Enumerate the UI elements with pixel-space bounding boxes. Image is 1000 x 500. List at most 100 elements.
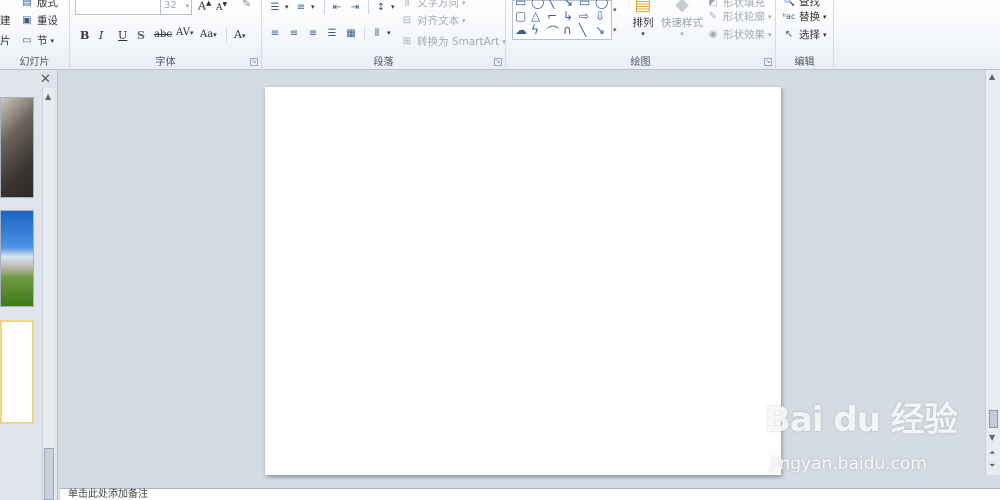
new-slide-button-label-fragment[interactable]: 建 [0,13,11,28]
close-icon[interactable]: ✕ [40,72,51,87]
shape-outline-button[interactable]: ✎ 形状轮廓 ▾ [706,9,772,24]
triangle-icon[interactable]: △ [531,9,540,23]
grow-font-icon[interactable]: A▲ [198,0,211,13]
freeform-icon[interactable]: ╲ [579,23,586,37]
align-text-button[interactable]: ⊟ 对齐文本 ▾ [400,13,466,28]
scroll-up-icon[interactable]: ▲ [989,72,995,81]
align-center-button[interactable]: ≡ [287,27,301,39]
rounded-rectangle-icon[interactable]: ▢ [515,9,526,23]
italic-icon[interactable]: I [99,29,103,42]
layout-button[interactable]: ▤ 版式 [20,0,58,10]
gallery-scroll-icon[interactable]: ▾ [613,6,617,14]
down-arrow-icon[interactable]: ⇩ [595,9,605,23]
ellipse-icon[interactable]: ◯ [595,0,608,9]
reset-label: 重设 [37,15,58,27]
ellipse-icon[interactable]: ◯ [531,0,544,9]
distributed-button[interactable]: ▦ [344,27,358,39]
text-direction-button[interactable]: ⫼ 文字方向 ▾ [400,0,466,10]
chevron-down-icon: ▾ [391,3,395,11]
notes-pane[interactable]: 单击此处添加备注 [60,488,1000,500]
scrollbar-thumb[interactable] [989,410,998,428]
scroll-down-icon[interactable]: ▼ [989,433,995,442]
shadow-icon[interactable]: S [137,29,145,42]
arrange-button[interactable]: ▤ 排列 ▾ [628,0,658,38]
bullet-list-icon: ☰ [270,1,280,13]
gallery-more-icon[interactable]: ▾ [613,26,617,34]
divider [226,28,227,42]
replace-button[interactable]: ᵇac 替换 ▾ [782,9,827,24]
bold-icon[interactable]: B [80,29,89,42]
elbow-connector-icon[interactable]: ⌐ [547,9,557,23]
slide-thumbnail-1[interactable] [0,97,34,198]
decrease-indent-button[interactable]: ⇤ [330,1,344,13]
change-case-icon[interactable]: Aa▾ [200,29,217,40]
numbered-list-icon: ≡ [296,1,306,13]
align-right-icon: ≡ [308,27,318,39]
decrease-indent-icon: ⇤ [332,1,342,13]
underline-icon[interactable]: U [118,29,127,42]
lightning-icon[interactable]: ϟ [531,23,539,37]
paragraph-dialog-launcher-icon[interactable]: ↘ [494,58,502,66]
align-text-icon: ⊟ [402,15,412,26]
previous-slide-icon[interactable]: ⏶ [989,448,995,458]
quick-styles-button[interactable]: ◆ 快速样式 ▾ [661,0,703,38]
align-right-button[interactable]: ≡ [306,27,320,39]
section-button[interactable]: ▭ 节 ▾ [20,33,54,48]
convert-smartart-button[interactable]: ⊞ 转换为 SmartArt ▾ [400,34,506,49]
strikethrough-icon[interactable]: abc [154,29,172,40]
right-arrow-icon[interactable]: ⇨ [579,9,589,23]
arc-icon[interactable]: ⌒ [547,23,559,40]
clear-formatting-icon[interactable]: ✎ [242,0,251,10]
slide-canvas[interactable] [265,87,781,475]
line-spacing-icon: ↕ [376,1,386,13]
notes-placeholder: 单击此处添加备注 [68,489,148,500]
align-left-button[interactable]: ≡ [268,27,282,39]
distributed-icon: ▦ [346,27,356,39]
rectangle-icon[interactable]: ▭ [515,0,526,9]
scrollbar-thumb[interactable] [44,448,54,500]
arrow-line-icon[interactable]: ↘ [595,23,605,37]
justify-icon: ☰ [327,27,337,39]
chevron-down-icon: ▾ [50,36,55,45]
arrow-line-icon[interactable]: ↘ [563,0,573,9]
align-left-icon: ≡ [270,27,280,39]
reset-button[interactable]: ▣ 重设 [20,13,58,28]
shapes-gallery[interactable]: ▭ ◯ ╲ ↘ ▭ ◯ ▢ △ ⌐ ↳ ⇨ ⇩ ☁ ϟ ⌒ ∩ ╲ ↘ [512,0,612,40]
font-color-icon[interactable]: A▾ [234,28,245,41]
character-spacing-icon[interactable]: AV▾ [176,27,193,38]
reset-icon: ▣ [22,15,32,26]
editor-scrollbar[interactable]: ▲ ▼ ⏶ ⏷ [985,70,1000,475]
scroll-up-icon[interactable]: ▲ [45,92,51,101]
font-name-input[interactable] [75,0,161,15]
select-button[interactable]: ↖ 选择 ▾ [782,27,827,42]
editing-group-label: 编辑 [794,57,815,68]
section-icon: ▭ [22,35,32,46]
line-spacing-button[interactable]: ↕ ▾ [374,1,395,13]
curve-icon[interactable]: ∩ [563,23,572,37]
drawing-group: ▭ ◯ ╲ ↘ ▭ ◯ ▢ △ ⌐ ↳ ⇨ ⇩ ☁ ϟ ⌒ ∩ ╲ ↘ ▾ ▾ … [506,0,776,70]
shrink-font-icon[interactable]: A▼ [216,1,227,13]
slides-panel: ✕ ▲ [0,70,58,500]
find-button[interactable]: 🔍 查找 [782,0,820,9]
drawing-dialog-launcher-icon[interactable]: ↘ [764,58,772,66]
chevron-down-icon: ▾ [387,29,391,37]
next-slide-icon[interactable]: ⏷ [989,461,995,471]
elbow-arrow-icon[interactable]: ↳ [563,9,573,23]
slide-thumbnail-2[interactable] [0,210,34,307]
watermark-logo: Bai du 经验 [765,400,958,440]
rectangle-icon[interactable]: ▭ [579,0,590,9]
font-dialog-launcher-icon[interactable]: ↘ [250,58,258,66]
justify-button[interactable]: ☰ [325,27,339,39]
line-icon[interactable]: ╲ [547,0,554,9]
increase-indent-button[interactable]: ⇥ [348,1,362,13]
shape-effects-button[interactable]: ◉ 形状效果 ▾ [706,27,772,42]
arrange-icon: ▤ [634,0,652,15]
font-size-input[interactable]: 32 ▾ [160,0,192,15]
slides-panel-scrollbar[interactable]: ▲ [42,88,55,500]
new-slide-button-label-fragment2[interactable]: 片 [0,33,11,48]
numbering-button[interactable]: ≡ ▾ [294,1,315,13]
bullets-button[interactable]: ☰ ▾ [268,1,289,13]
columns-button[interactable]: ⫴ ▾ [370,27,391,39]
slide-thumbnail-3-selected[interactable] [0,320,34,424]
callout-icon[interactable]: ☁ [515,23,527,37]
